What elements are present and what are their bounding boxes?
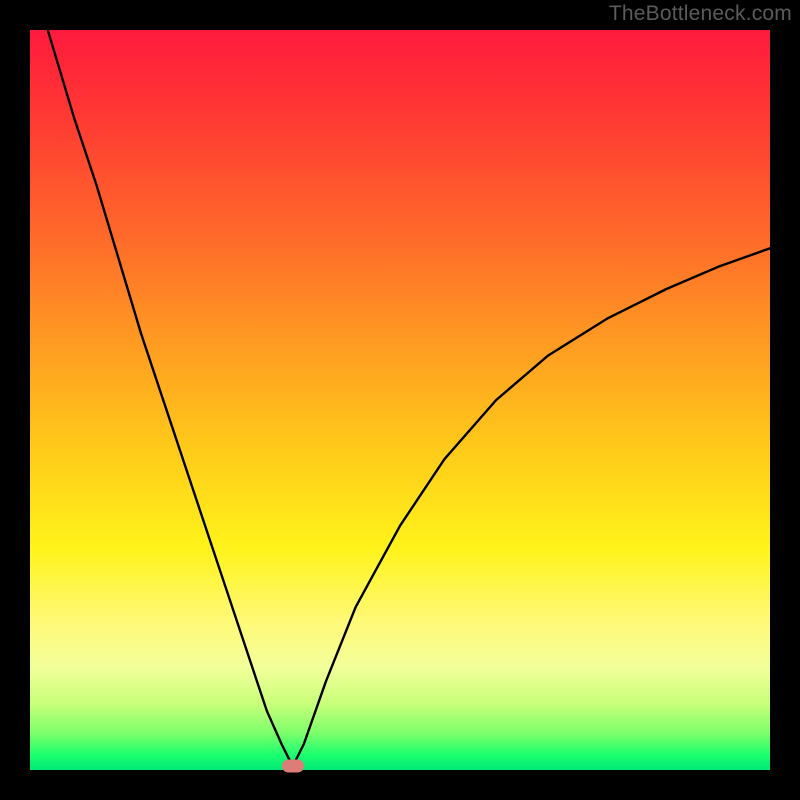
minimum-marker-icon: [282, 760, 304, 773]
chart-frame: TheBottleneck.com: [0, 0, 800, 800]
plot-area: [30, 30, 770, 770]
bottleneck-curve: [30, 30, 770, 770]
watermark-text: TheBottleneck.com: [609, 2, 792, 26]
